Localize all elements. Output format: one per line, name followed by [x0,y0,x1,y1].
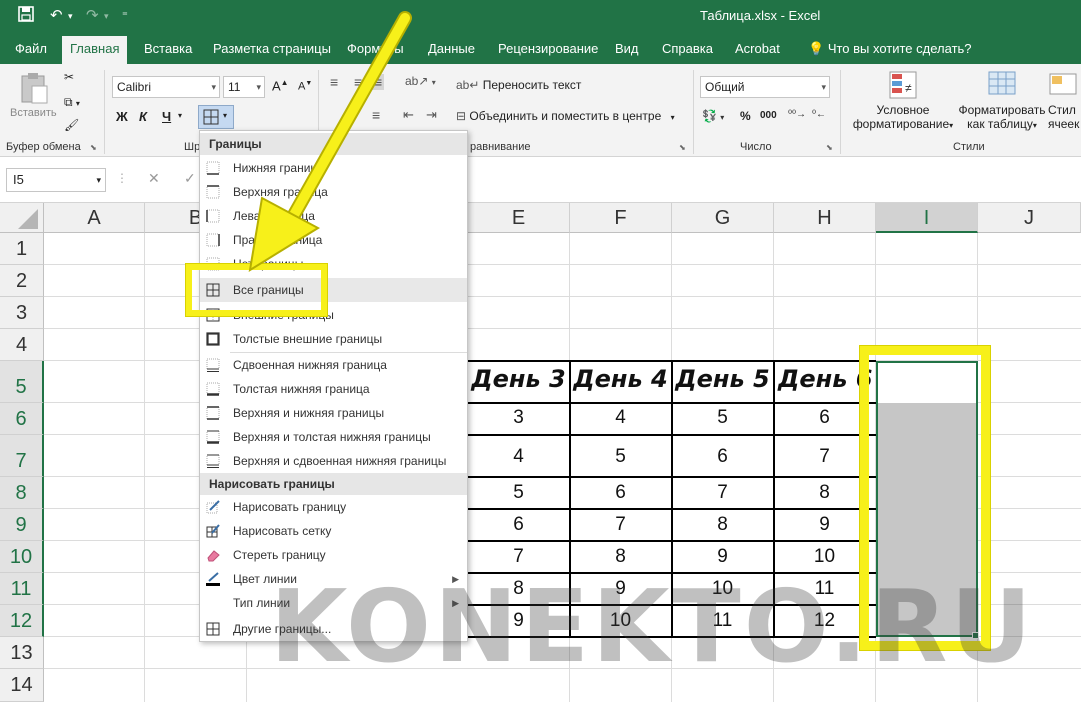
watermark: KONEKTO.RU [270,568,1035,685]
